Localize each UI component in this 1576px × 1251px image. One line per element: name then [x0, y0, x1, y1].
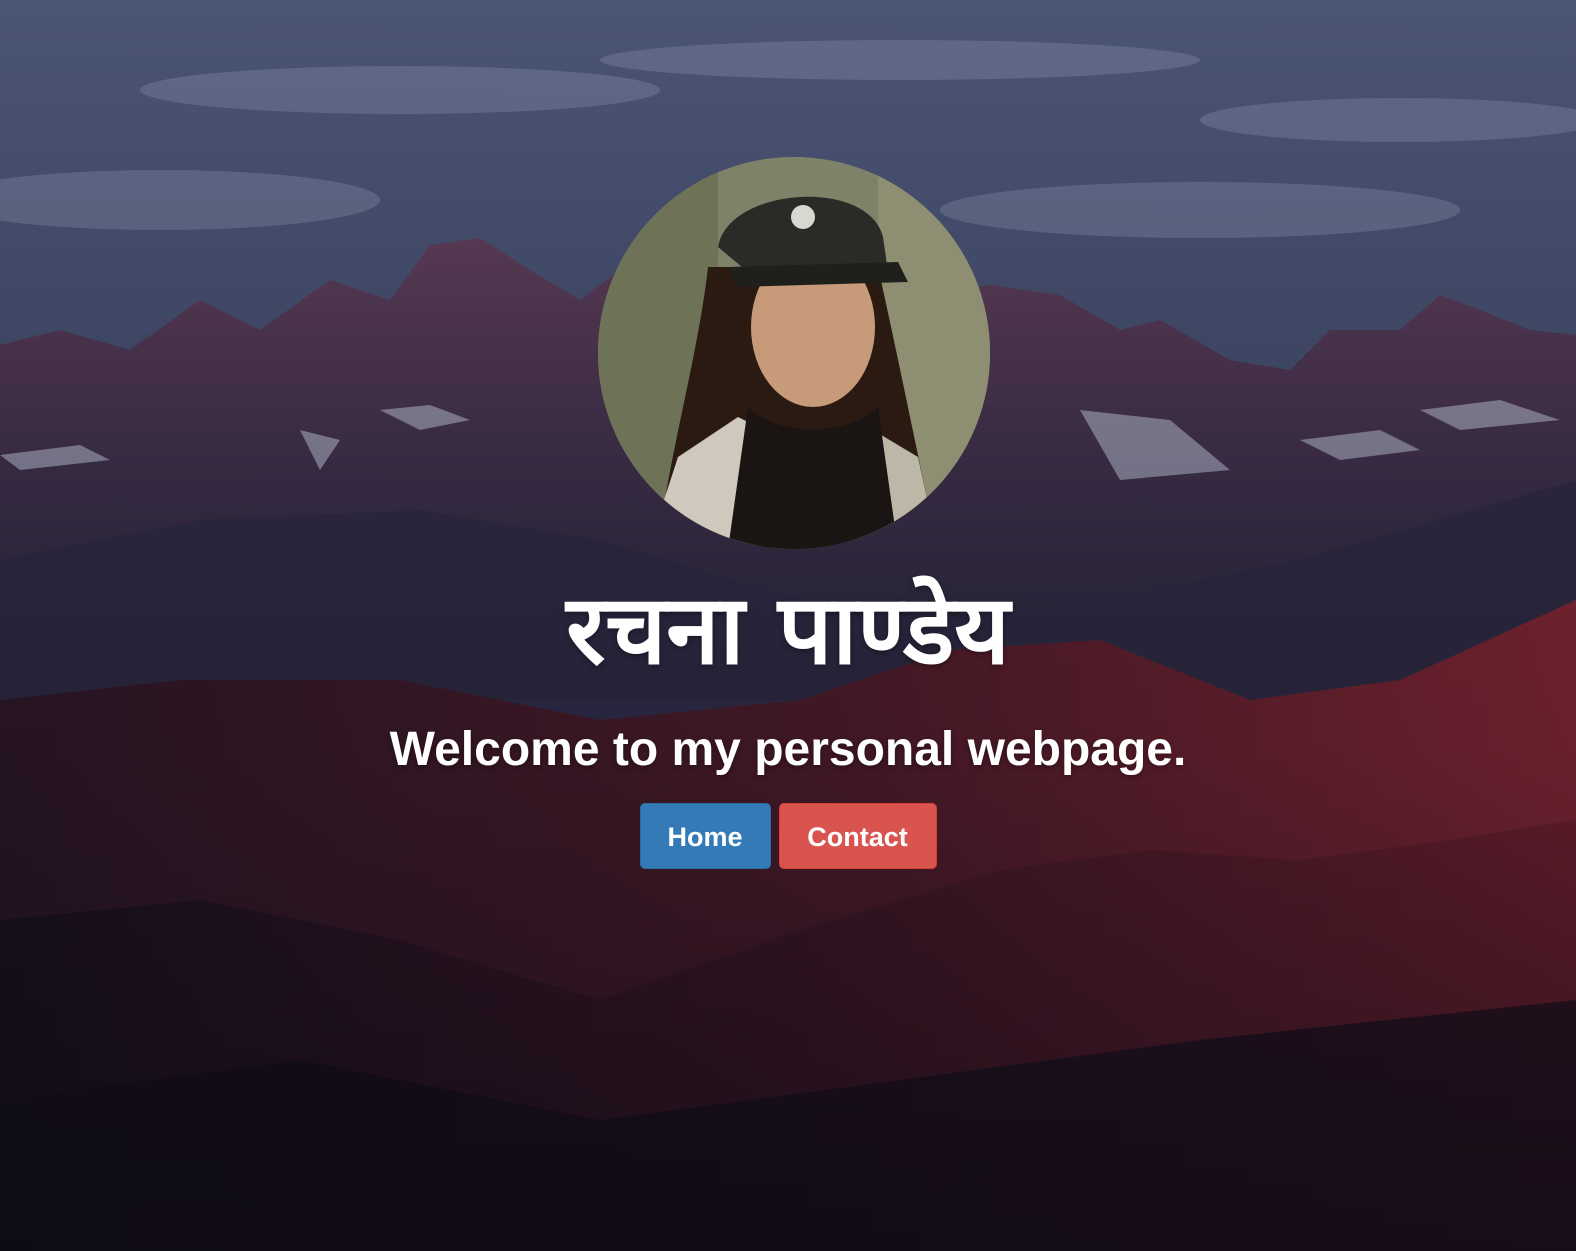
home-button[interactable]: Home	[639, 803, 771, 869]
profile-photo-image	[598, 157, 990, 549]
contact-button[interactable]: Contact	[778, 803, 937, 869]
page-title: रचना पाण्डेय	[566, 574, 1010, 686]
hero-content: रचना पाण्डेय Welcome to my personal webp…	[0, 0, 1576, 1251]
welcome-subtitle: Welcome to my personal webpage.	[389, 723, 1187, 776]
hero-section: रचना पाण्डेय Welcome to my personal webp…	[0, 0, 1576, 1251]
nav-buttons: Home Contact	[0, 803, 1576, 869]
profile-avatar	[598, 157, 990, 549]
